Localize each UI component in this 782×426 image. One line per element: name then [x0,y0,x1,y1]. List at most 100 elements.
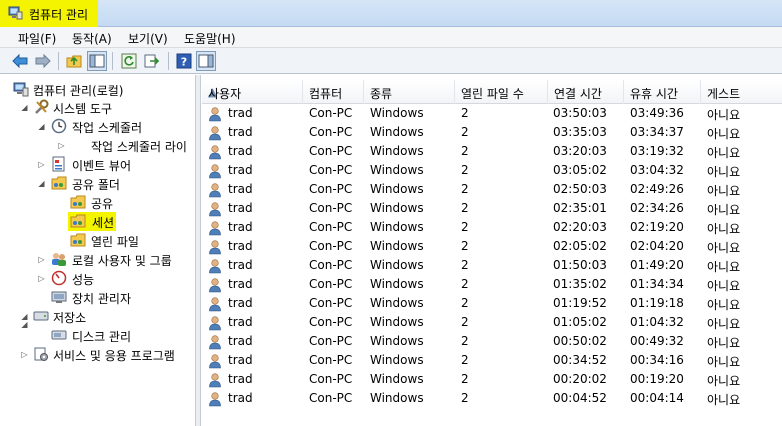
cell-idle-time: 03:49:36 [630,106,684,120]
tree-item-sessions[interactable]: 세션 [0,212,195,231]
tree-item-disk-management[interactable]: 디스크 관리 [0,326,195,345]
action-pane-button[interactable] [196,51,216,71]
session-row[interactable]: trad Con-PC Windows 2 01:05:02 01:04:32 아니요 [202,313,782,332]
session-row[interactable]: trad Con-PC Windows 2 02:20:03 02:19:20 아니요 [202,218,782,237]
export-list-button[interactable] [142,51,162,71]
expand-arrow-icon[interactable]: ▷ [37,160,46,169]
back-arrow-icon [12,54,28,68]
collapse-arrow-icon[interactable]: ◢ [37,122,46,131]
storage-icon [33,311,49,321]
cell-idle-time: 03:19:32 [630,144,684,158]
session-row[interactable]: trad Con-PC Windows 2 01:50:03 01:49:20 아니요 [202,256,782,275]
cell-idle-time: 02:04:20 [630,239,684,253]
expand-arrow-icon[interactable]: ▷ [37,255,46,264]
cell-type: Windows [370,125,424,139]
help-button[interactable]: ? [174,51,194,71]
computer-management-icon [13,82,29,97]
collapse-arrow-icon[interactable]: ◢ [37,179,46,188]
cell-open-files: 2 [461,144,469,158]
clock-icon [51,118,67,134]
session-row[interactable]: trad Con-PC Windows 2 01:35:02 01:34:34 아니요 [202,275,782,294]
menu-bar: 파일(F) 동작(A) 보기(V) 도움말(H) [0,27,782,48]
menu-view[interactable]: 보기(V) [128,30,168,47]
cell-idle-time: 00:49:32 [630,334,684,348]
session-row[interactable]: trad Con-PC Windows 2 00:50:02 00:49:32 아니요 [202,332,782,351]
session-row[interactable]: trad Con-PC Windows 2 00:04:52 00:04:14 아니요 [202,389,782,408]
tree-item-event-viewer[interactable]: ▷ 이벤트 뷰어 [0,155,195,174]
toolbar: ? [0,48,782,74]
title-bar[interactable]: 컴퓨터 관리 [0,0,782,27]
tree-item-performance[interactable]: ▷ 성능 [0,269,195,288]
expand-arrow-icon[interactable]: ▷ [57,141,66,150]
column-label: 유휴 시간 [630,87,678,101]
user-icon [209,164,221,179]
column-header-idle-time[interactable]: 유휴 시간 [624,80,701,104]
session-row[interactable]: trad Con-PC Windows 2 02:50:03 02:49:26 아니요 [202,180,782,199]
forward-button[interactable] [33,51,53,71]
cell-open-files: 2 [461,372,469,386]
tree-item-local-users[interactable]: ▷ 로컬 사용자 및 그룹 [0,250,195,269]
session-row[interactable]: trad Con-PC Windows 2 03:50:03 03:49:36 아니요 [202,104,782,123]
cell-guest: 아니요 [707,241,741,255]
tree-item-services-apps[interactable]: ▷ 서비스 및 응용 프로그램 [0,345,195,364]
cell-type: Windows [370,315,424,329]
column-label: 사용자 [208,87,242,101]
tree-item-task-scheduler-library[interactable]: ▷ 작업 스케줄러 라이 [0,136,195,155]
pane-splitter[interactable] [196,75,201,426]
cell-idle-time: 01:04:32 [630,315,684,329]
cell-idle-time: 01:19:18 [630,296,684,310]
cell-connected-time: 02:35:01 [553,201,607,215]
session-row[interactable]: trad Con-PC Windows 2 01:19:52 01:19:18 아니요 [202,294,782,313]
back-button[interactable] [10,51,30,71]
session-row[interactable]: trad Con-PC Windows 2 02:35:01 02:34:26 아니요 [202,199,782,218]
column-header-type[interactable]: 종류 [364,80,455,104]
collapse-arrow-icon[interactable]: ◢ [20,312,29,321]
tree-item-open-files[interactable]: 열린 파일 [0,231,195,250]
session-row[interactable]: trad Con-PC Windows 2 00:34:52 00:34:16 아니요 [202,351,782,370]
tree-item-shares[interactable]: 공유 [0,193,195,212]
show-hide-tree-button[interactable] [87,51,107,71]
session-row[interactable]: trad Con-PC Windows 2 03:05:02 03:04:32 아니요 [202,161,782,180]
column-header-computer[interactable]: 컴퓨터 [303,80,364,104]
cell-open-files: 2 [461,277,469,291]
session-row[interactable]: trad Con-PC Windows 2 02:05:02 02:04:20 아니요 [202,237,782,256]
tree-item-root[interactable]: 컴퓨터 관리(로컬) [0,80,195,99]
cell-connected-time: 00:34:52 [553,353,607,367]
refresh-button[interactable] [119,51,139,71]
cell-computer: Con-PC [309,106,353,120]
collapse-arrow-icon[interactable]: ◢ [20,103,29,112]
tree-item-system-tools[interactable]: ◢ 시스템 도구 [0,98,195,117]
session-row[interactable]: trad Con-PC Windows 2 00:20:02 00:19:20 아니요 [202,370,782,389]
column-header-connected-time[interactable]: 연결 시간 [548,80,624,104]
cell-open-files: 2 [461,201,469,215]
expand-arrow-icon[interactable]: ▷ [37,274,46,283]
menu-file[interactable]: 파일(F) [18,30,56,47]
session-row[interactable]: trad Con-PC Windows 2 03:20:03 03:19:32 아니요 [202,142,782,161]
cell-idle-time: 00:04:14 [630,391,684,405]
user-icon [209,392,221,407]
tree-item-shared-folders[interactable]: ◢ 공유 폴더 [0,174,195,193]
tree-item-task-scheduler[interactable]: ◢ 작업 스케줄러 [0,117,195,136]
menu-action[interactable]: 동작(A) [72,30,112,47]
session-row[interactable]: trad Con-PC Windows 2 03:35:03 03:34:37 아니요 [202,123,782,142]
column-label: 연결 시간 [554,87,602,101]
cell-idle-time: 00:34:16 [630,353,684,367]
menu-help[interactable]: 도움말(H) [184,30,236,47]
cell-computer: Con-PC [309,258,353,272]
column-header-user[interactable]: ▲ 사용자 [202,80,303,104]
cell-connected-time: 00:04:52 [553,391,607,405]
cell-type: Windows [370,220,424,234]
tree-item-storage-row[interactable]: ◢ 저장소 [0,307,195,326]
column-label: 컴퓨터 [309,87,343,101]
cell-guest: 아니요 [707,374,741,388]
performance-icon [51,270,67,286]
cell-guest: 아니요 [707,203,741,217]
help-icon: ? [176,53,192,69]
cell-type: Windows [370,334,424,348]
expand-arrow-icon[interactable]: ▷ [20,350,29,359]
cell-guest: 아니요 [707,393,741,407]
cell-open-files: 2 [461,163,469,177]
up-button[interactable] [64,51,84,71]
column-header-open-files[interactable]: 열린 파일 수 [455,80,548,104]
column-header-guest[interactable]: 게스트 [701,80,782,104]
